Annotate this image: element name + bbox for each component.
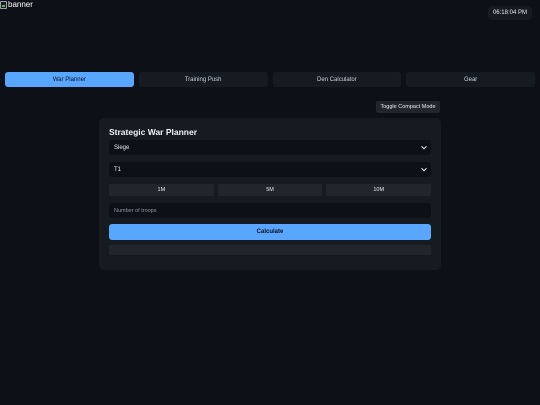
tab-war-planner[interactable]: War Planner: [5, 72, 134, 87]
clock: 06:18:04 PM: [487, 6, 532, 20]
banner-image: banner: [0, 0, 33, 10]
toggle-compact-mode-button[interactable]: Toggle Compact Mode: [376, 101, 440, 113]
quick-amount-row: 1M 5M 10M: [109, 184, 432, 196]
tier-select[interactable]: T1: [109, 162, 431, 177]
tier-value: T1: [114, 166, 122, 173]
calculate-button[interactable]: Calculate: [109, 224, 431, 240]
tab-gear[interactable]: Gear: [406, 72, 535, 87]
tab-training-push[interactable]: Training Push: [138, 72, 268, 87]
war-planner-card: Strategic War Planner Siege T1 1M 5M 10M…: [99, 118, 441, 270]
unit-type-value: Siege: [114, 144, 130, 151]
banner-alt-text: banner: [8, 0, 33, 9]
broken-image-icon: [0, 1, 7, 9]
troops-input[interactable]: Number of troops: [109, 203, 431, 218]
quick-amount-5m-button[interactable]: 5M: [217, 184, 323, 196]
troops-placeholder: Number of troops: [114, 207, 157, 214]
tab-den-calculator[interactable]: Den Calculator: [272, 72, 402, 87]
unit-type-select[interactable]: Siege: [109, 140, 431, 155]
card-title: Strategic War Planner: [109, 127, 198, 137]
page: banner 06:18:04 PM War Planner Training …: [0, 0, 540, 405]
quick-amount-1m-button[interactable]: 1M: [109, 184, 214, 196]
quick-amount-10m-button[interactable]: 10M: [326, 184, 432, 196]
chevron-down-icon: [421, 143, 427, 149]
chevron-down-icon: [421, 165, 427, 171]
result-area: [109, 245, 431, 255]
tab-bar: War Planner Training Push Den Calculator…: [5, 72, 535, 87]
